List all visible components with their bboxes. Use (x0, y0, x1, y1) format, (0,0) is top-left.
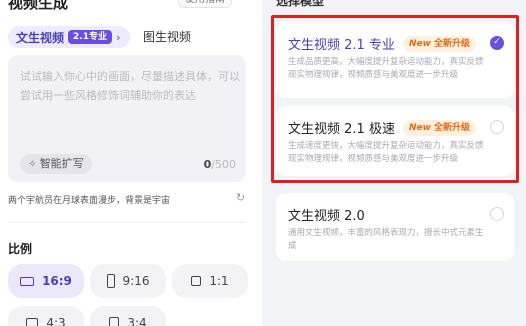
divider (8, 222, 246, 223)
portrait-ratio-icon (106, 274, 115, 288)
ratio-option-1-1[interactable]: 1:1 (172, 264, 248, 298)
prompt-placeholder: 试试输入你心中的画面，尽量描述具体，可以尝试用一些风格修饰词辅助你的表达 (20, 70, 240, 102)
ratio-option-16-9[interactable]: 16:9 (8, 264, 84, 298)
left-panel: 视频生成 使用指南 文生视频 2.1专业 › 图生视频 试试输入你心中的画面，尽… (0, 0, 262, 326)
model-title: 文生视频 2.1 极速 New 全新升级 (288, 118, 477, 137)
new-label: New (408, 38, 431, 49)
ratio-option-3-4[interactable]: 3:4 (90, 306, 166, 326)
tab-label: 文生视频 (16, 30, 65, 45)
new-upgrade-badge: New 全新升级 (402, 35, 477, 52)
upgrade-label: 全新升级 (434, 122, 471, 133)
model-description: 通用文生视频，丰富的风格表现力，擅长中式元素生成 (288, 228, 484, 251)
chevron-right-icon: › (115, 30, 121, 44)
model-description: 生成品质更高，大幅度提升复杂运动能力，真实反馈现实物理规律，视频质感与美观度进一… (288, 57, 484, 80)
upgrade-label: 全新升级 (434, 38, 471, 49)
char-count-max: /500 (211, 158, 236, 171)
ratio-label: 16:9 (42, 274, 72, 288)
panel-title: 视频生成 (8, 0, 69, 12)
model-description: 生成速度更快，大幅度提升复杂运动能力，真实反馈现实物理规律，视频质感与美观度进一… (288, 141, 484, 164)
ratio-option-9-16[interactable]: 9:16 (90, 264, 166, 298)
new-upgrade-badge: New 全新升级 (402, 119, 477, 136)
model-name: 文生视频 2.1 专业 (288, 38, 395, 53)
ratio-label: 4:3 (46, 316, 66, 326)
model-title: 文生视频 2.1 专业 New 全新升级 (288, 34, 477, 53)
landscape-ratio-icon (20, 276, 35, 286)
ratio-label: 1:1 (209, 274, 229, 288)
radio-button[interactable] (490, 207, 504, 221)
new-label: New (408, 122, 431, 133)
ratio-label: 3:4 (127, 316, 147, 326)
ratio-label: 9:16 (122, 274, 150, 288)
model-version-badge: 2.1专业 (68, 30, 112, 44)
model-name: 文生视频 2.0 (288, 209, 365, 224)
example-prompt[interactable]: 两个宇航员在月球表面漫步，背景是宇宙 (8, 193, 170, 206)
square-ratio-icon (191, 276, 202, 286)
guide-link[interactable]: 使用指南 (178, 0, 232, 8)
model-title: 文生视频 2.0 (288, 205, 365, 224)
check-icon[interactable]: ✓ (490, 36, 504, 50)
refresh-icon[interactable]: ↻ (236, 191, 245, 204)
char-counter: 0/500 (204, 158, 236, 171)
tab-image-to-video[interactable]: 图生视频 (137, 26, 197, 48)
prompt-textarea[interactable]: 试试输入你心中的画面，尽量描述具体，可以尝试用一些风格修饰词辅助你的表达 ✧ 智能… (8, 55, 246, 182)
magic-wand-icon: ✧ (28, 159, 37, 170)
smart-expand-button[interactable]: ✧ 智能扩写 (20, 154, 92, 174)
model-card-2-0[interactable]: 文生视频 2.0 通用文生视频，丰富的风格表现力，擅长中式元素生成 (276, 193, 514, 261)
model-card-pro[interactable]: 文生视频 2.1 专业 New 全新升级 生成品质更高，大幅度提升复杂运动能力，… (276, 22, 514, 98)
ratio-option-4-3[interactable]: 4:3 (8, 306, 84, 326)
smart-expand-label: 智能扩写 (39, 157, 84, 170)
radio-button[interactable] (490, 120, 504, 134)
landscape-ratio-icon (26, 318, 39, 326)
ratio-title: 比例 (8, 242, 33, 256)
model-card-fast[interactable]: 文生视频 2.1 极速 New 全新升级 生成速度更快，大幅度提升复杂运动能力，… (276, 106, 514, 176)
tab-text-to-video[interactable]: 文生视频 2.1专业 › (8, 26, 130, 48)
model-section-title: 选择模型 (276, 0, 325, 8)
portrait-ratio-icon (109, 317, 120, 326)
model-name: 文生视频 2.1 极速 (288, 122, 395, 137)
